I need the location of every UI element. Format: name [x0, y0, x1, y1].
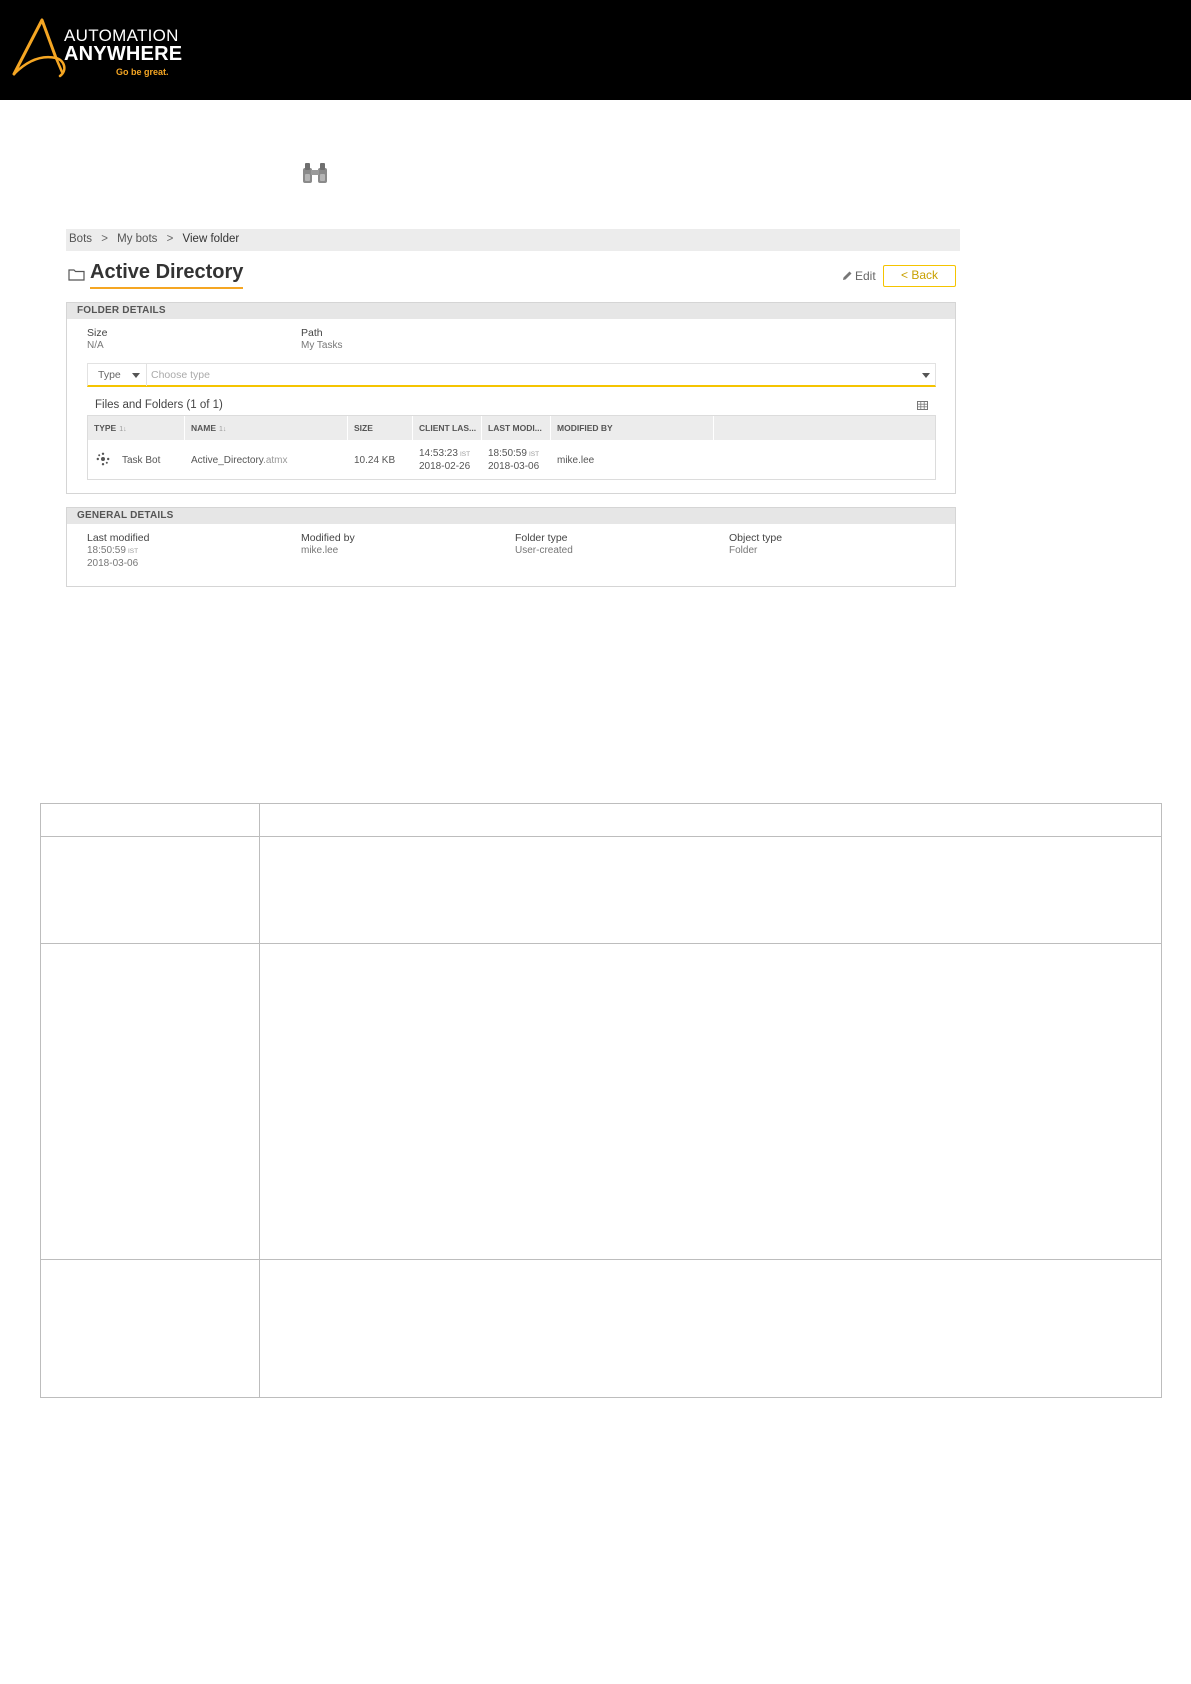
path-value: My Tasks	[301, 340, 343, 351]
breadcrumb-separator: >	[101, 233, 108, 245]
column-divider	[259, 804, 260, 836]
breadcrumb-my-bots[interactable]: My bots	[117, 233, 157, 245]
cell-client-date: 2018-02-26	[419, 461, 471, 472]
table-row	[41, 1260, 1161, 1397]
folder-details-section: FOLDER DETAILS Size N/A Path My Tasks Ty…	[66, 302, 956, 494]
files-table: TYPE 1↓ NAME 1↓ SIZE CLIENT LAS... LAST MO…	[87, 415, 936, 480]
column-divider	[259, 944, 260, 1259]
column-header-name[interactable]: NAME 1↓	[185, 416, 348, 440]
last-modified-label: Last modified	[87, 532, 150, 544]
edit-label: Edit	[855, 269, 876, 283]
column-divider	[259, 837, 260, 943]
modified-by-value: mike.lee	[301, 545, 339, 556]
folder-details-heading: FOLDER DETAILS	[67, 303, 955, 319]
brand-wordmark: AUTOMATION ANYWHERE Go be great.	[64, 26, 183, 77]
choose-type-input[interactable]: Choose type	[151, 369, 210, 381]
type-select-label: Type	[98, 369, 121, 381]
sort-icon: 1↓	[219, 426, 227, 433]
task-bot-icon	[96, 452, 110, 466]
cell-name[interactable]: Active_Directory.atmx	[191, 455, 288, 466]
folder-type-label: Folder type	[515, 532, 568, 544]
column-header-type[interactable]: TYPE 1↓	[88, 416, 185, 440]
cell-size: 10.24 KB	[354, 455, 396, 466]
type-filter-bar: Type Choose type	[87, 363, 936, 387]
column-header-modified-by[interactable]: MODIFIED BY	[551, 416, 714, 440]
table-view-icon[interactable]	[917, 401, 928, 410]
breadcrumb-separator: >	[166, 233, 174, 245]
table-header-row	[41, 804, 1161, 837]
edit-button[interactable]: Edit	[842, 269, 876, 283]
size-label: Size	[87, 327, 108, 339]
column-divider	[259, 1260, 260, 1397]
brand-line-2: ANYWHERE	[64, 43, 183, 65]
brand-tagline: Go be great.	[116, 67, 169, 77]
files-count: (1 of 1)	[186, 399, 223, 411]
breadcrumb-bots[interactable]: Bots	[69, 233, 92, 245]
document-table	[40, 803, 1162, 1398]
general-details-heading: GENERAL DETAILS	[67, 508, 955, 524]
chevron-down-icon[interactable]	[922, 373, 930, 378]
files-title-text: Files and Folders	[95, 399, 184, 411]
brand-line-1: AUTOMATION	[64, 26, 179, 45]
binoculars-icon	[303, 163, 327, 183]
folder-icon	[68, 269, 85, 281]
general-details-section: GENERAL DETAILS Last modified 18:50:59 IS…	[66, 507, 956, 587]
cell-client-time: 14:53:23 IST	[419, 448, 471, 459]
object-type-label: Object type	[729, 532, 783, 544]
breadcrumb: Bots > My bots > View folder	[66, 229, 960, 251]
cell-modified-by: mike.lee	[557, 455, 595, 466]
title-row: Active Directory Edit	[66, 261, 960, 291]
path-label: Path	[301, 327, 323, 339]
table-row	[41, 837, 1161, 944]
files-and-folders-title: Files and Folders (1 of 1)	[95, 399, 223, 411]
back-button[interactable]: < Back	[883, 265, 956, 287]
modified-by-label: Modified by	[301, 532, 355, 544]
type-select[interactable]: Type	[88, 364, 147, 386]
column-header-client-last-modified[interactable]: CLIENT LAS...	[413, 416, 482, 440]
view-folder-screenshot: Bots > My bots > View folder Active Dire…	[66, 229, 960, 589]
cell-modified-time: 18:50:59 IST	[488, 448, 540, 459]
pencil-icon	[843, 271, 852, 280]
column-header-size[interactable]: SIZE	[348, 416, 413, 440]
column-header-last-modified[interactable]: LAST MODI...	[482, 416, 551, 440]
sort-icon: 1↓	[119, 426, 127, 433]
size-value: N/A	[87, 340, 104, 351]
chevron-down-icon	[132, 373, 140, 378]
last-modified-date: 2018-03-06	[87, 558, 139, 569]
cell-modified-date: 2018-03-06	[488, 461, 540, 472]
breadcrumb-view-folder: View folder	[182, 233, 240, 245]
table-row	[41, 944, 1161, 1260]
object-type-value: Folder	[729, 545, 758, 556]
last-modified-time: 18:50:59 IST	[87, 545, 139, 556]
table-header: TYPE 1↓ NAME 1↓ SIZE CLIENT LAS... LAST MO…	[88, 416, 935, 440]
folder-type-value: User-created	[515, 545, 573, 556]
page-header: AUTOMATION ANYWHERE Go be great.	[0, 0, 1191, 100]
page-title: Active Directory	[90, 261, 244, 289]
cell-type: Task Bot	[122, 455, 161, 466]
